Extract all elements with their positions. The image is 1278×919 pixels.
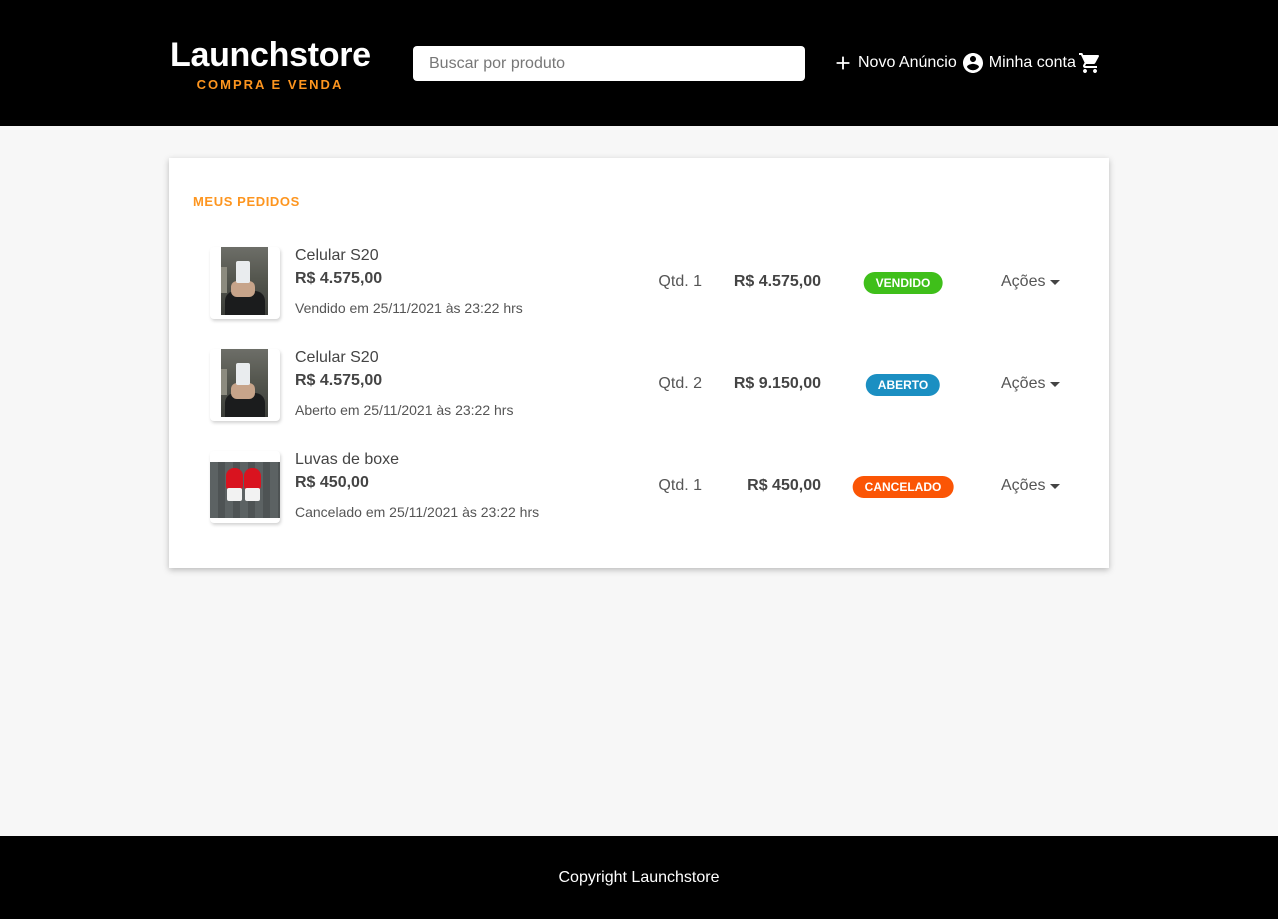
- order-status-text: Aberto em 25/11/2021 às 23:22 hrs: [295, 402, 514, 418]
- site-header: Launchstore COMPRA E VENDA Novo Anúncio …: [0, 0, 1278, 126]
- plus-icon: [836, 56, 850, 70]
- order-status-text: Vendido em 25/11/2021 às 23:22 hrs: [295, 300, 523, 316]
- order-total: R$ 450,00: [747, 477, 821, 494]
- order-row: Celular S20 R$ 4.575,00 Vendido em 25/11…: [169, 241, 1109, 331]
- account-label: Minha conta: [988, 54, 1076, 71]
- actions-dropdown[interactable]: Ações: [1001, 477, 1061, 495]
- boxing-gloves-photo: [210, 462, 280, 518]
- order-row: Luvas de boxe R$ 450,00 Cancelado em 25/…: [169, 445, 1109, 535]
- site-footer: Copyright Launchstore: [0, 836, 1278, 919]
- order-total: R$ 4.575,00: [733, 273, 821, 290]
- status-badge: CANCELADO: [852, 476, 954, 498]
- order-total: R$ 9.150,00: [733, 375, 821, 392]
- actions-label: Ações: [1001, 375, 1046, 392]
- actions-dropdown[interactable]: Ações: [1001, 273, 1061, 291]
- order-quantity: Qtd. 1: [658, 273, 702, 290]
- actions-label: Ações: [1001, 477, 1046, 494]
- product-price: R$ 450,00: [295, 474, 369, 491]
- phone-photo: [221, 247, 268, 315]
- logo[interactable]: Launchstore COMPRA E VENDA: [170, 36, 371, 92]
- section-title: MEUS PEDIDOS: [193, 194, 300, 209]
- copyright-text: Copyright Launchstore: [558, 868, 720, 886]
- product-name[interactable]: Luvas de boxe: [295, 451, 399, 469]
- actions-label: Ações: [1001, 273, 1046, 290]
- caret-down-icon: [1050, 280, 1061, 285]
- status-badge: ABERTO: [865, 374, 941, 396]
- caret-down-icon: [1050, 484, 1061, 489]
- actions-dropdown[interactable]: Ações: [1001, 375, 1061, 393]
- status-badge: VENDIDO: [863, 272, 943, 294]
- phone-photo: [221, 349, 268, 417]
- new-ad-label: Novo Anúncio: [858, 54, 957, 71]
- search-input[interactable]: [413, 46, 805, 81]
- account-link[interactable]: Minha conta: [961, 51, 1076, 75]
- cart-link[interactable]: [1078, 51, 1102, 75]
- order-row: Celular S20 R$ 4.575,00 Aberto em 25/11/…: [169, 343, 1109, 433]
- product-thumbnail[interactable]: [210, 349, 280, 421]
- account-circle-icon: [962, 53, 983, 73]
- order-quantity: Qtd. 2: [658, 375, 702, 392]
- logo-subtitle: COMPRA E VENDA: [196, 77, 344, 92]
- product-name[interactable]: Celular S20: [295, 349, 379, 367]
- logo-title: Launchstore: [170, 36, 371, 74]
- caret-down-icon: [1050, 382, 1061, 387]
- product-price: R$ 4.575,00: [295, 270, 383, 287]
- order-quantity: Qtd. 1: [658, 477, 702, 494]
- orders-card: MEUS PEDIDOS Celular S20 R$ 4.575,00 Ven…: [169, 158, 1109, 568]
- product-thumbnail[interactable]: [210, 247, 280, 319]
- new-ad-link[interactable]: Novo Anúncio: [832, 52, 957, 74]
- product-name[interactable]: Celular S20: [295, 247, 379, 265]
- header-nav: Novo Anúncio Minha conta: [832, 50, 1102, 76]
- product-price: R$ 4.575,00: [295, 372, 383, 389]
- order-status-text: Cancelado em 25/11/2021 às 23:22 hrs: [295, 504, 540, 520]
- product-thumbnail[interactable]: [210, 451, 280, 523]
- cart-icon: [1078, 53, 1099, 73]
